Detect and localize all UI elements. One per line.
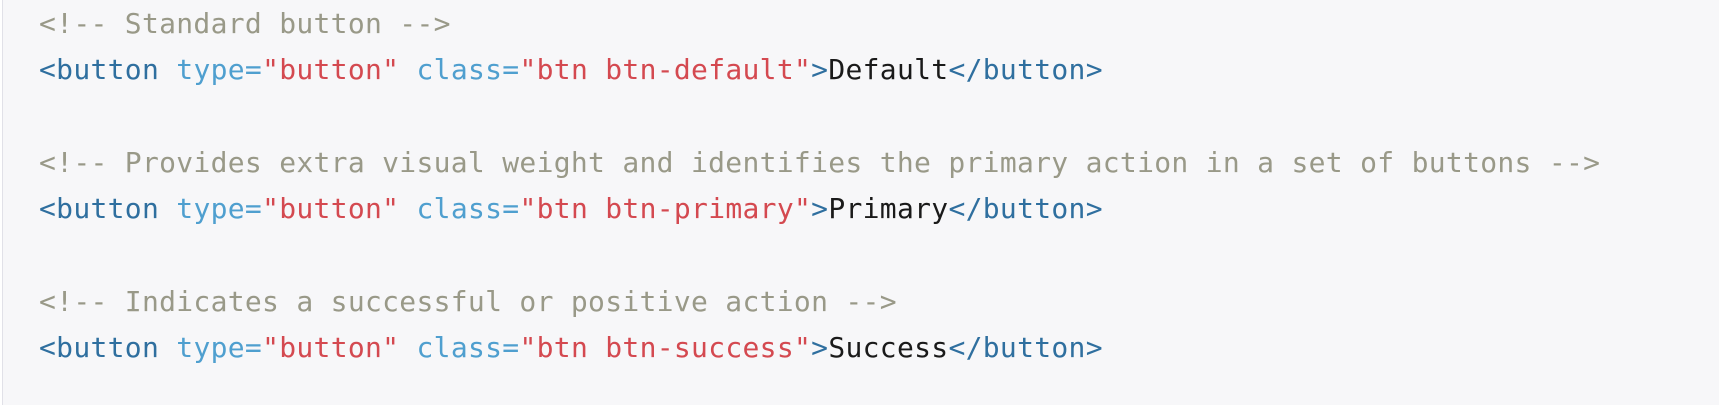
code-comment: <!-- Provides extra visual weight and id… <box>39 146 1601 179</box>
code-attr-name: type= <box>176 53 263 86</box>
code-line: <button type="button" class="btn btn-suc… <box>39 330 1103 366</box>
code-tag-close: </button> <box>948 192 1103 225</box>
code-comment: <!-- Indicates a successful or positive … <box>39 285 897 318</box>
code-tag-close: </button> <box>948 53 1103 86</box>
code-attr-name: type= <box>176 331 263 364</box>
code-tag-bracket: > <box>811 53 829 86</box>
code-comment-line: <!-- Standard button --> <box>39 6 451 42</box>
code-tag-bracket: > <box>811 331 829 364</box>
code-attr-name: class= <box>416 192 520 225</box>
code-attr-name: type= <box>176 192 263 225</box>
code-attr-value: "button" <box>262 331 400 364</box>
code-attr-value: "button" <box>262 53 400 86</box>
code-text: Default <box>828 53 949 86</box>
code-snippet: <!-- Standard button --> <button type="b… <box>2 0 1719 405</box>
code-tag-close: </button> <box>948 331 1103 364</box>
code-tag-open: <button <box>39 192 160 225</box>
code-comment-line: <!-- Provides extra visual weight and id… <box>39 145 1600 181</box>
code-attr-value: "btn btn-default" <box>519 53 812 86</box>
code-line: <button type="button" class="btn btn-pri… <box>39 191 1103 227</box>
code-text: Primary <box>828 192 949 225</box>
code-tag-open: <button <box>39 53 160 86</box>
code-attr-name: class= <box>416 331 520 364</box>
code-attr-value: "btn btn-success" <box>519 331 812 364</box>
code-tag-bracket: > <box>811 192 829 225</box>
code-comment: <!-- Standard button --> <box>39 7 451 40</box>
code-line: <button type="button" class="btn btn-def… <box>39 52 1103 88</box>
code-attr-name: class= <box>416 53 520 86</box>
code-attr-value: "button" <box>262 192 400 225</box>
code-attr-value: "btn btn-primary" <box>519 192 812 225</box>
code-text: Success <box>828 331 949 364</box>
code-tag-open: <button <box>39 331 160 364</box>
code-comment-line: <!-- Indicates a successful or positive … <box>39 284 897 320</box>
